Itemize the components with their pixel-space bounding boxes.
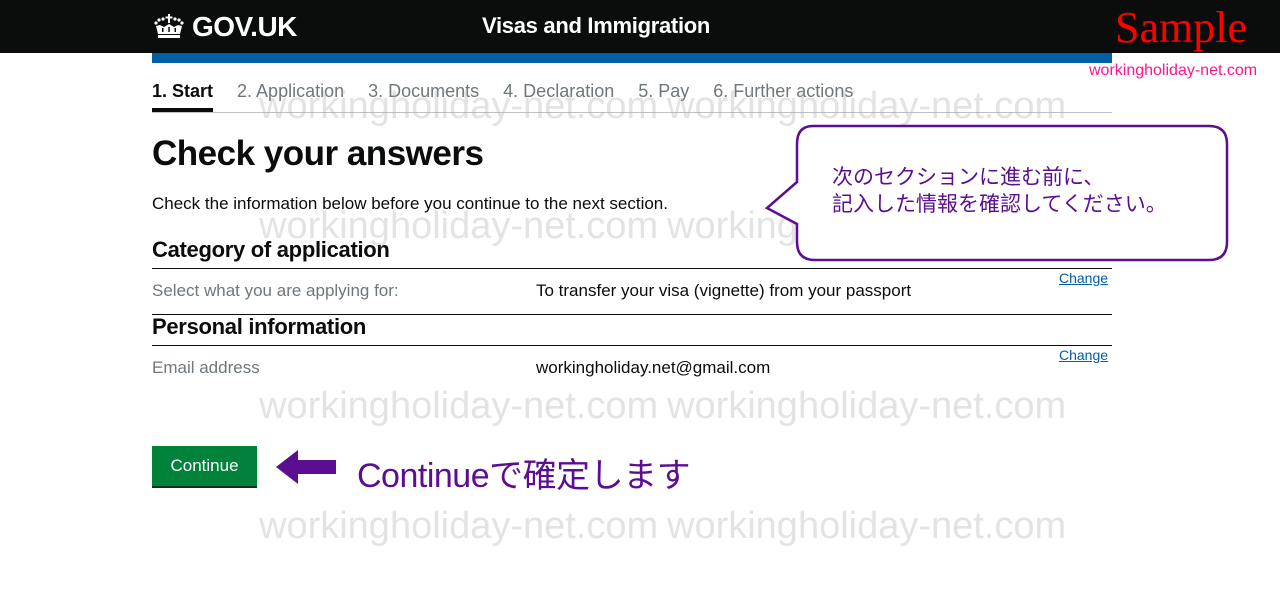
step-declaration: 4. Declaration	[503, 81, 615, 101]
speech-bubble-text: 次のセクションに進む前に、 記入した情報を確認してください。	[832, 164, 1167, 218]
continue-annotation: Continueで確定します	[357, 457, 691, 495]
row-value-email: workingholiday.net@gmail.com	[536, 358, 771, 377]
govuk-logo-text: GOV.UK	[192, 11, 297, 42]
watermark-text: workingholiday-net.com	[259, 505, 659, 547]
site-header: GOV.UK Visas and Immigration Sample	[0, 0, 1280, 53]
progress-steps: 1. Start 2. Application 3. Documents 4. …	[152, 81, 1112, 113]
section-divider	[152, 345, 1112, 346]
change-email-link[interactable]: Change	[1059, 347, 1108, 363]
watermark-text: workingholiday-net.com	[259, 385, 659, 427]
row-key-applying-for: Select what you are applying for:	[152, 281, 399, 300]
step-pay: 5. Pay	[638, 81, 690, 101]
step-start: 1. Start	[152, 81, 214, 112]
change-applying-for-link[interactable]: Change	[1059, 270, 1108, 286]
service-name[interactable]: Visas and Immigration	[482, 13, 710, 39]
header-accent-bar	[152, 53, 1112, 63]
step-documents: 3. Documents	[368, 81, 480, 101]
section-heading-category: Category of application	[152, 237, 390, 262]
govuk-logo-link[interactable]: GOV.UK	[152, 11, 297, 43]
bubble-line-1: 次のセクションに進む前に、	[832, 166, 1105, 189]
row-key-email: Email address	[152, 358, 260, 377]
watermark-text: workingholiday-net.com	[667, 505, 1067, 547]
page-title: Check your answers	[152, 134, 484, 173]
step-further-actions: 6. Further actions	[713, 81, 854, 101]
row-value-applying-for: To transfer your visa (vignette) from yo…	[536, 281, 912, 300]
section-heading-personal-information: Personal information	[152, 314, 367, 339]
step-application: 2. Application	[237, 81, 345, 101]
page-lede: Check the information below before you c…	[152, 194, 668, 213]
sample-label: Sample	[1115, 3, 1247, 52]
continue-button[interactable]: Continue	[152, 446, 257, 486]
section-divider	[152, 268, 1112, 269]
site-url-watermark: workingholiday-net.com	[1089, 62, 1258, 79]
bubble-line-2: 記入した情報を確認してください。	[832, 193, 1167, 216]
crown-icon	[154, 14, 184, 38]
watermark-text: workingholiday-net.com	[667, 385, 1067, 427]
arrow-left-icon	[276, 450, 336, 484]
